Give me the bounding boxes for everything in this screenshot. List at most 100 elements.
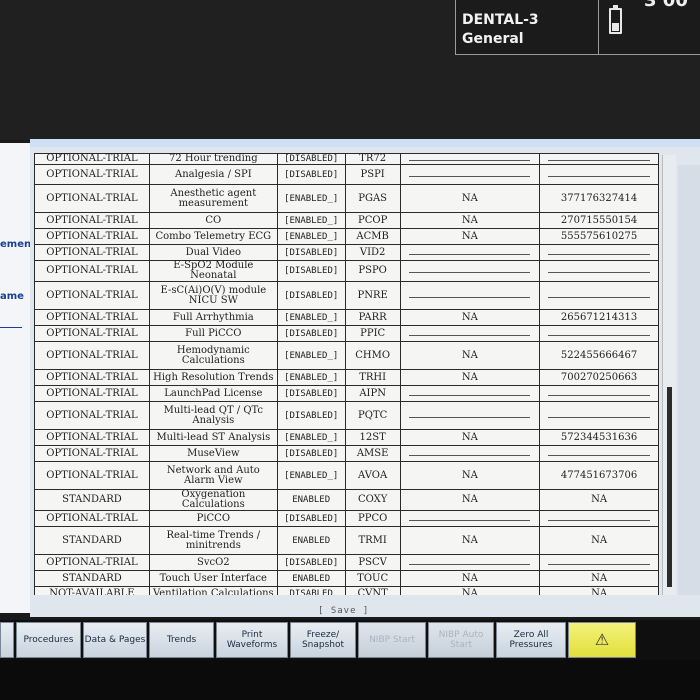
table-row[interactable]: OPTIONAL-TRIAL High Resolution Trends [ENA…	[34, 369, 659, 386]
option-name-cell: PiCCO	[148, 510, 278, 527]
option-state-cell: DISABLED	[276, 586, 346, 595]
procedures-button[interactable]: Procedures	[16, 622, 81, 658]
table-row[interactable]: OPTIONAL-TRIAL Network and Auto Alarm Vie…	[34, 461, 659, 490]
table-row[interactable]: OPTIONAL-TRIAL Analgesia / SPI [DISABLED] P…	[34, 164, 659, 185]
value-cell: 700270250663	[539, 369, 659, 386]
table-row[interactable]: OPTIONAL-TRIAL CO [ENABLED_] PCOP NA 27071555…	[34, 212, 659, 229]
trends-button[interactable]: Trends	[149, 622, 214, 658]
license-status-cell: OPTIONAL-TRIAL	[34, 385, 150, 402]
option-state-cell: [ENABLED_]	[276, 309, 346, 326]
print-waveforms-button[interactable]: Print Waveforms	[216, 622, 288, 658]
freeze-snapshot-button[interactable]: Freeze/ Snapshot	[290, 622, 356, 658]
license-status-cell: OPTIONAL-TRIAL	[34, 212, 150, 229]
value-cell	[539, 445, 659, 462]
option-code-cell: 12ST	[344, 429, 401, 446]
option-name-cell: Touch User Interface	[148, 570, 278, 587]
save-button[interactable]: [ Save ]	[318, 606, 369, 616]
empty-field-underline	[547, 394, 651, 396]
license-status-cell: OPTIONAL-TRIAL	[34, 401, 150, 430]
option-code-cell: COXY	[344, 489, 401, 511]
bezel	[0, 660, 700, 700]
license-status-cell: STANDARD	[34, 489, 150, 511]
empty-field-underline	[547, 563, 651, 565]
option-name-cell: SvcO2	[148, 554, 278, 571]
empty-field-underline	[547, 175, 651, 177]
zero-all-pressures-button[interactable]: Zero All Pressures	[496, 622, 566, 658]
empty-field-underline	[547, 416, 651, 418]
license-status-cell: STANDARD	[34, 526, 150, 555]
option-state-cell: ENABLED	[276, 489, 346, 511]
empty-field-underline	[409, 394, 531, 396]
table-row[interactable]: OPTIONAL-TRIAL Full PiCCO [DISABLED] PPIC	[34, 325, 659, 342]
table-row[interactable]: NOT-AVAILABLE Ventilation Calculations DIS…	[34, 586, 659, 595]
patient-info-box[interactable]: DENTAL-3 General	[455, 0, 615, 55]
license-status-cell: OPTIONAL-TRIAL	[34, 325, 150, 342]
data-pages-button[interactable]: Data & Pages	[83, 622, 147, 658]
table-row[interactable]: STANDARD Oxygenation Calculations ENABLED C…	[34, 489, 659, 511]
table-row[interactable]: OPTIONAL-TRIAL Combo Telemetry ECG [ENABLE…	[34, 228, 659, 245]
option-name-cell: Ventilation Calculations	[148, 586, 278, 595]
battery-status-box: 3 00	[598, 0, 700, 55]
empty-field-underline	[409, 416, 531, 418]
option-name-cell: Analgesia / SPI	[148, 164, 278, 185]
option-code-cell: CHMO	[344, 341, 401, 370]
alarm-silence-button[interactable]: ⚠	[568, 622, 636, 658]
license-key-cell: NA	[399, 228, 541, 245]
option-name-cell: E-sC(Ai)O(V) module NICU SW	[148, 281, 278, 310]
option-code-cell: AMSE	[344, 445, 401, 462]
empty-field-underline	[409, 175, 531, 177]
license-status-cell: OPTIONAL-TRIAL	[34, 510, 150, 527]
license-status-cell: OPTIONAL-TRIAL	[34, 260, 150, 282]
table-row[interactable]: STANDARD Touch User Interface ENABLED TOUC N…	[34, 570, 659, 587]
option-state-cell: [ENABLED_]	[276, 212, 346, 229]
license-key-cell	[399, 164, 541, 185]
table-row[interactable]: OPTIONAL-TRIAL PiCCO [DISABLED] PPCO	[34, 510, 659, 527]
value-cell: NA	[539, 526, 659, 555]
license-status-cell: OPTIONAL-TRIAL	[34, 429, 150, 446]
license-key-cell	[399, 554, 541, 571]
table-row[interactable]: OPTIONAL-TRIAL E-SpO2 Module Neonatal [DIS…	[34, 260, 659, 282]
license-status-cell: NOT-AVAILABLE	[34, 586, 150, 595]
option-name-cell: Full PiCCO	[148, 325, 278, 342]
table-row[interactable]: OPTIONAL-TRIAL E-sC(Ai)O(V) module NICU S…	[34, 281, 659, 310]
option-name-cell: High Resolution Trends	[148, 369, 278, 386]
table-row[interactable]: OPTIONAL-TRIAL Anesthetic agent measureme…	[34, 184, 659, 213]
patient-name: DENTAL-3	[462, 12, 539, 28]
option-code-cell: TRHI	[344, 369, 401, 386]
option-name-cell: Oxygenation Calculations	[148, 489, 278, 511]
table-row[interactable]: OPTIONAL-TRIAL Multi-lead QT / QTc Analys…	[34, 401, 659, 430]
background-window-partial: ement ame	[0, 143, 36, 613]
table-row[interactable]: STANDARD Real-time Trends / minitrends ENA…	[34, 526, 659, 555]
table-row[interactable]: OPTIONAL-TRIAL MuseView [DISABLED] AMSE	[34, 445, 659, 462]
vertical-scrollbar[interactable]	[662, 155, 676, 595]
background-window-label: ame	[0, 291, 24, 302]
value-cell: 522455666467	[539, 341, 659, 370]
table-row[interactable]: OPTIONAL-TRIAL Full Arrhythmia [ENABLED_] P…	[34, 309, 659, 326]
table-row[interactable]: OPTIONAL-TRIAL Dual Video [DISABLED] VID2	[34, 244, 659, 261]
table-row[interactable]: OPTIONAL-TRIAL Hemodynamic Calculations [E…	[34, 341, 659, 370]
option-code-cell: PNRE	[344, 281, 401, 310]
license-key-cell	[399, 510, 541, 527]
license-status-cell: OPTIONAL-TRIAL	[34, 184, 150, 213]
top-status-area: DENTAL-3 General 3 00	[0, 0, 700, 140]
value-cell	[539, 260, 659, 282]
option-code-cell: PSPI	[344, 164, 401, 185]
option-state-cell: [DISABLED]	[276, 281, 346, 310]
option-state-cell: [ENABLED_]	[276, 184, 346, 213]
table-row[interactable]: OPTIONAL-TRIAL Multi-lead ST Analysis [ENA…	[34, 429, 659, 446]
scrollbar-thumb[interactable]	[667, 387, 672, 587]
license-key-cell	[399, 385, 541, 402]
table-row[interactable]: OPTIONAL-TRIAL LaunchPad License [DISABLED…	[34, 385, 659, 402]
softkey-button[interactable]	[0, 622, 14, 658]
option-code-cell: PSPO	[344, 260, 401, 282]
table-row[interactable]: OPTIONAL-TRIAL 72 Hour trending [DISABLED]…	[34, 153, 659, 165]
option-code-cell: PQTC	[344, 401, 401, 430]
value-cell	[539, 281, 659, 310]
option-state-cell: [DISABLED]	[276, 325, 346, 342]
table-row[interactable]: OPTIONAL-TRIAL SvcO2 [DISABLED] PSCV	[34, 554, 659, 571]
empty-field-underline	[547, 296, 651, 298]
license-key-cell: NA	[399, 184, 541, 213]
empty-field-underline	[409, 253, 531, 255]
value-cell	[539, 153, 659, 165]
value-cell: 477451673706	[539, 461, 659, 490]
